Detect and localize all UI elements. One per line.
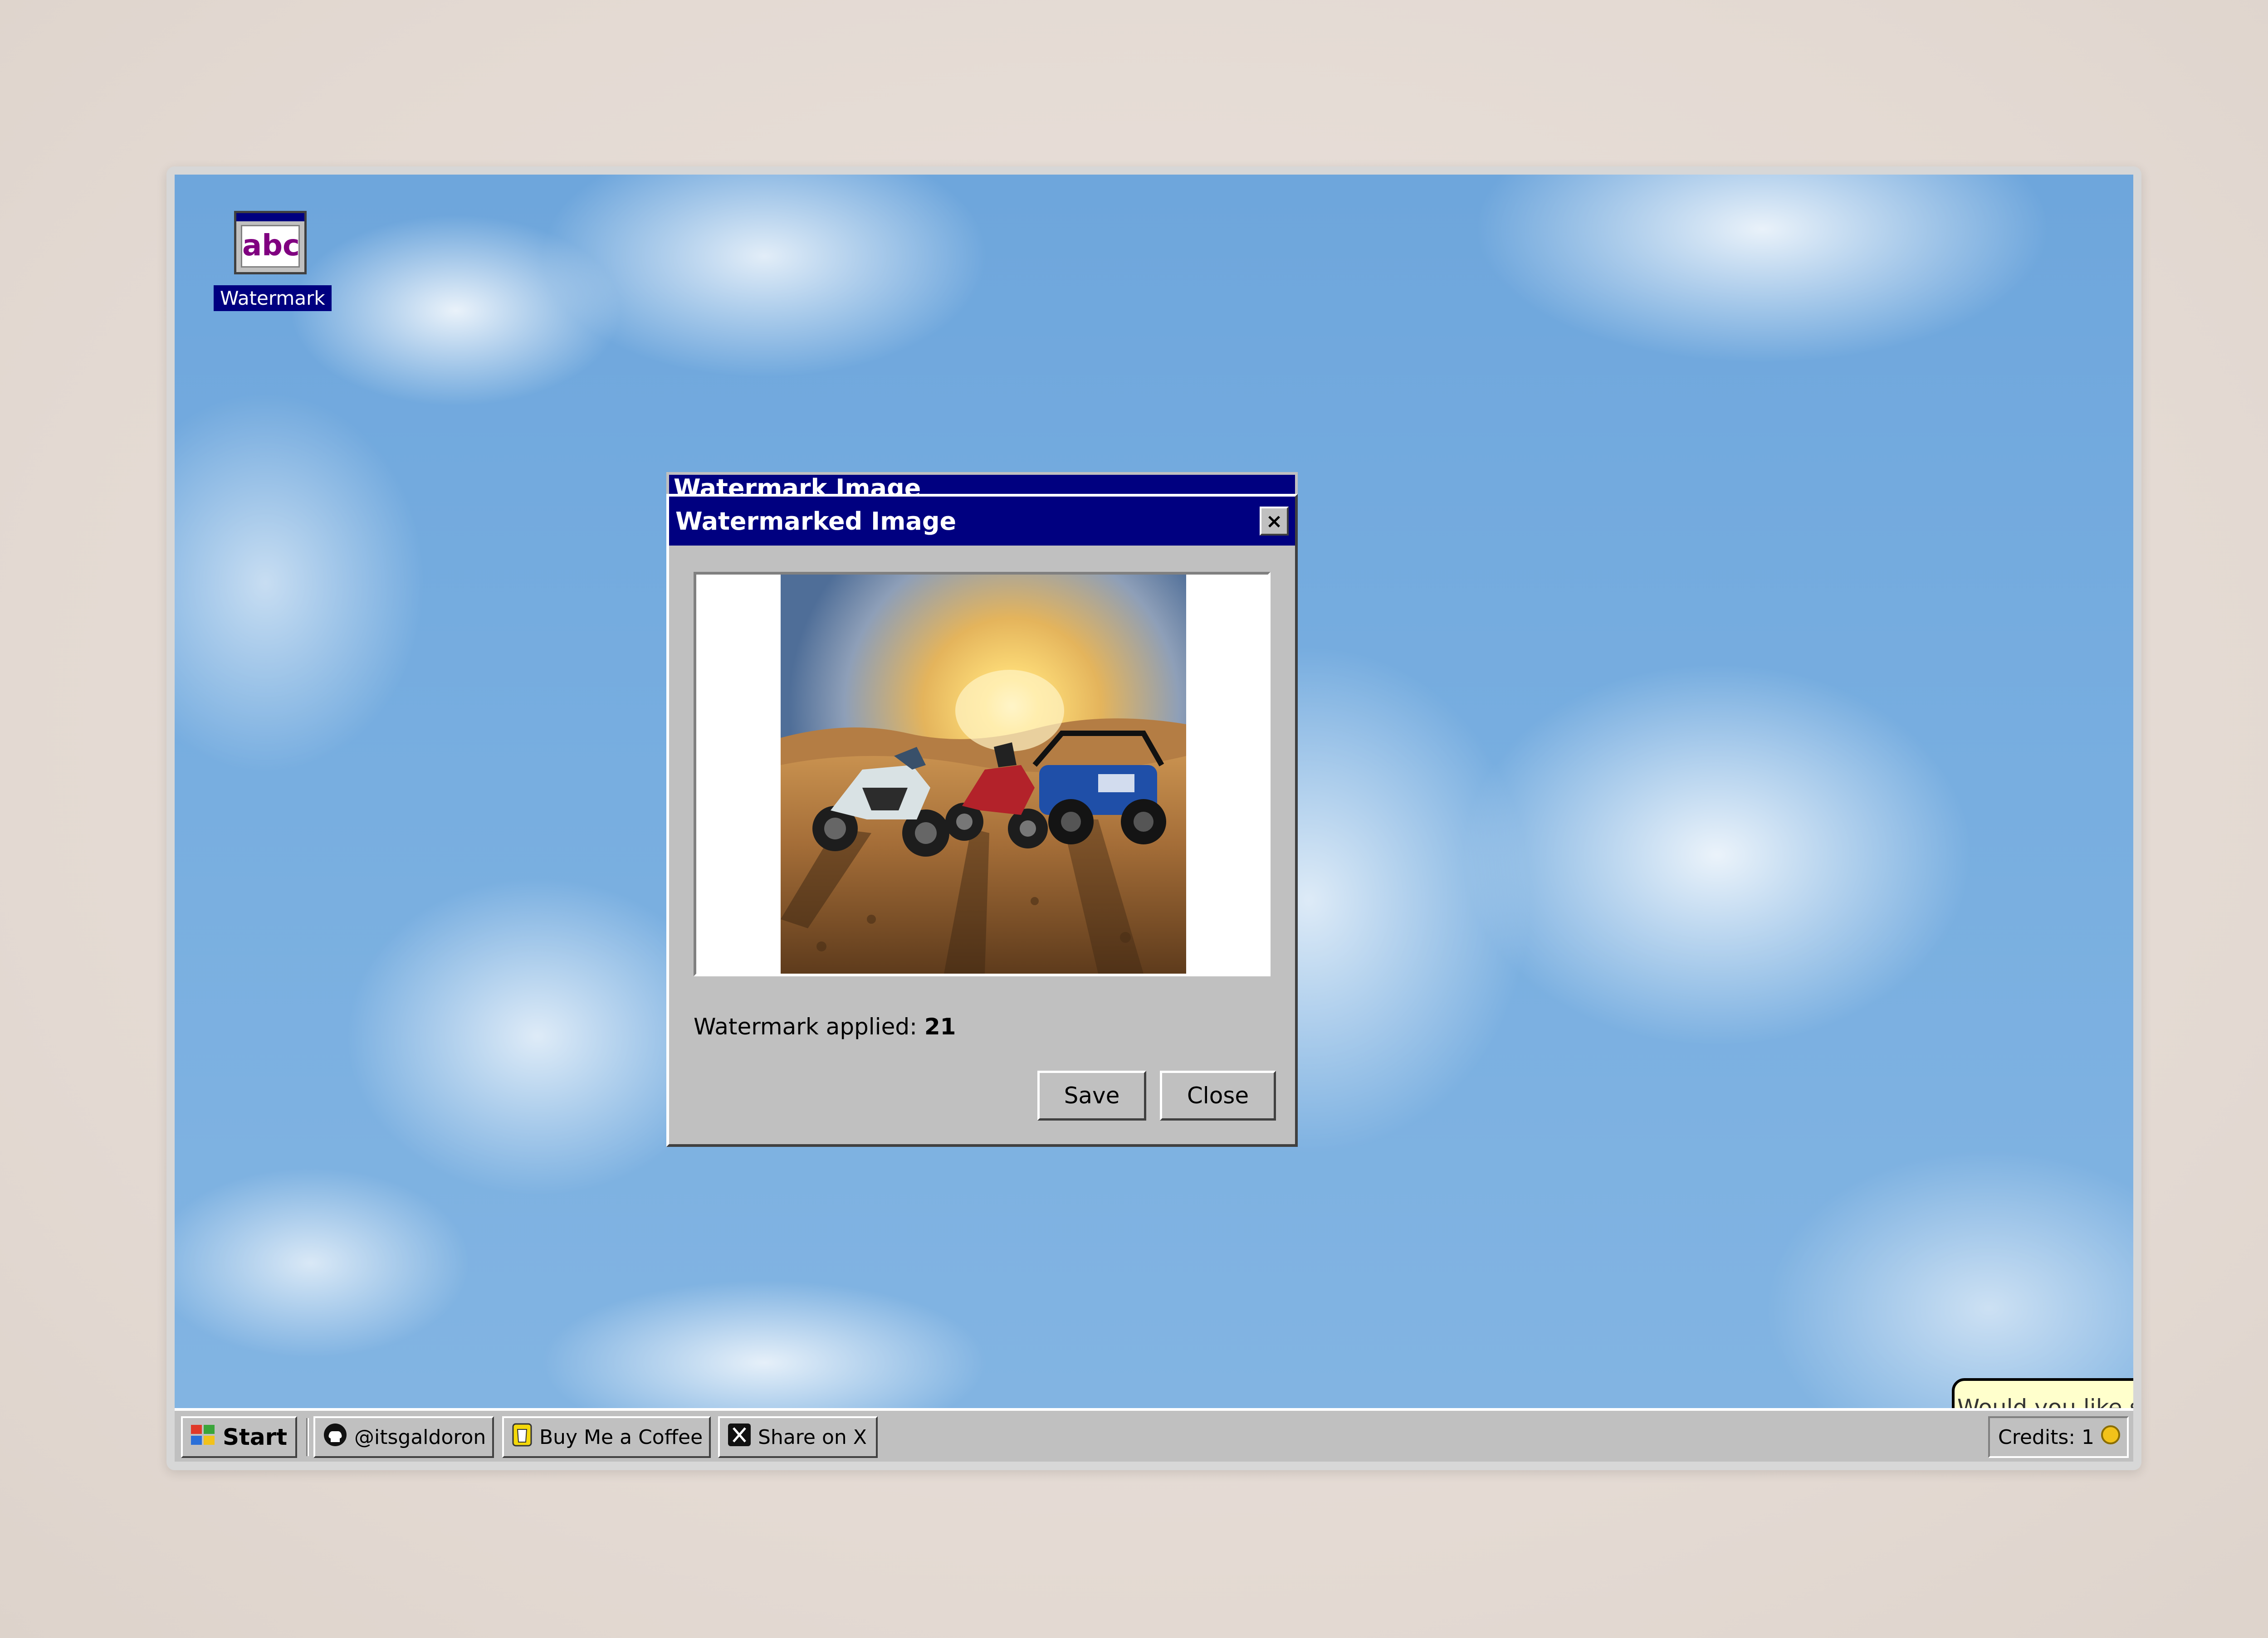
close-button[interactable]: Close xyxy=(1160,1071,1276,1121)
monitor-frame: abc Watermark Watermark Image Watermarke… xyxy=(166,166,2141,1470)
window-titlebar[interactable]: Watermarked Image × xyxy=(669,497,1295,546)
desktop[interactable]: abc Watermark Watermark Image Watermarke… xyxy=(175,175,2133,1408)
credits-indicator[interactable]: Credits: 1 xyxy=(1988,1416,2129,1458)
taskbar-separator xyxy=(306,1418,309,1456)
taskbar-item-label: @itsgaldoron xyxy=(354,1425,486,1449)
save-button[interactable]: Save xyxy=(1037,1071,1146,1121)
desert-motorbikes-photo xyxy=(781,575,1186,974)
assistant-speech-bubble[interactable]: Would you like some help? xyxy=(1952,1378,2133,1408)
desktop-icon-watermark[interactable]: abc Watermark xyxy=(214,211,332,311)
icon-titlebar xyxy=(236,213,304,221)
status-label: Watermark applied: xyxy=(694,1014,917,1040)
close-icon: × xyxy=(1266,509,1283,533)
taskbar-item-share-x[interactable]: Share on X xyxy=(718,1416,878,1458)
credits-label: Credits: 1 xyxy=(1998,1425,2095,1449)
taskbar-item-coffee[interactable]: Buy Me a Coffee xyxy=(502,1416,711,1458)
assistant-bubble-text: Would you like some help? xyxy=(1957,1394,2133,1408)
watermark-app-icon: abc xyxy=(234,211,307,274)
taskbar: Start @itsgaldoron Buy Me a Coffee Share… xyxy=(175,1408,2133,1462)
desktop-icon-label: Watermark xyxy=(214,285,332,311)
github-icon xyxy=(323,1423,347,1452)
x-logo-icon xyxy=(728,1423,751,1451)
windows-logo-icon xyxy=(191,1424,215,1450)
status-value: 21 xyxy=(924,1014,956,1040)
coffee-cup-icon xyxy=(512,1423,532,1452)
watermarked-photo xyxy=(781,575,1186,974)
taskbar-item-label: Share on X xyxy=(758,1425,867,1449)
watermark-status: Watermark applied: 21 xyxy=(694,1014,956,1040)
taskbar-item-label: Buy Me a Coffee xyxy=(539,1425,703,1449)
coin-icon xyxy=(2101,1425,2121,1450)
taskbar-item-github[interactable]: @itsgaldoron xyxy=(313,1416,494,1458)
start-button[interactable]: Start xyxy=(181,1416,297,1458)
page-background: abc Watermark Watermark Image Watermarke… xyxy=(0,0,2268,1638)
watermarked-image-window[interactable]: Watermarked Image × Watermark applied: 2… xyxy=(666,494,1298,1147)
start-label: Start xyxy=(223,1424,288,1450)
window-close-button[interactable]: × xyxy=(1260,507,1289,536)
icon-glyph-text: abc xyxy=(241,225,300,268)
window-title: Watermarked Image xyxy=(675,507,957,536)
image-preview-well xyxy=(694,572,1271,976)
